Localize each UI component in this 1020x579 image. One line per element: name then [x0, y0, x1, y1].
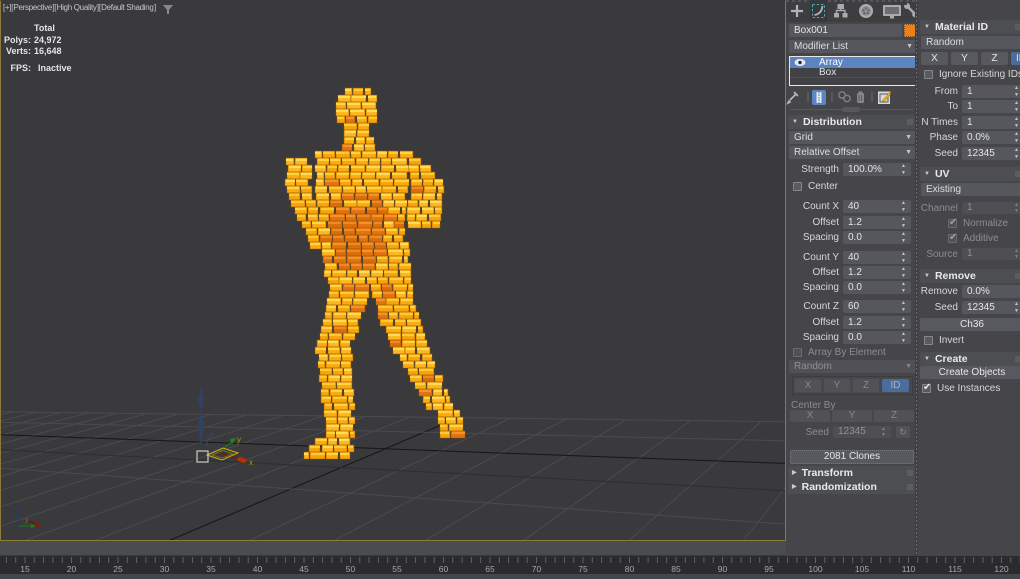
- svg-text:110: 110: [902, 564, 916, 574]
- svg-text:y: y: [237, 435, 241, 444]
- svg-text:20: 20: [67, 564, 77, 574]
- svg-text:100: 100: [808, 564, 822, 574]
- svg-text:105: 105: [855, 564, 869, 574]
- svg-text:40: 40: [253, 564, 263, 574]
- svg-text:90: 90: [718, 564, 728, 574]
- svg-text:65: 65: [485, 564, 495, 574]
- svg-text:30: 30: [160, 564, 170, 574]
- svg-text:70: 70: [532, 564, 542, 574]
- svg-text:75: 75: [578, 564, 588, 574]
- svg-text:120: 120: [994, 564, 1008, 574]
- svg-text:x: x: [249, 458, 253, 467]
- svg-text:80: 80: [625, 564, 635, 574]
- svg-text:50: 50: [346, 564, 356, 574]
- svg-text:y: y: [25, 517, 29, 524]
- svg-text:z: z: [15, 503, 19, 510]
- svg-text:95: 95: [764, 564, 774, 574]
- svg-text:45: 45: [299, 564, 309, 574]
- svg-text:35: 35: [206, 564, 216, 574]
- svg-text:25: 25: [113, 564, 123, 574]
- svg-text:60: 60: [439, 564, 449, 574]
- svg-text:85: 85: [671, 564, 681, 574]
- svg-text:15: 15: [20, 564, 30, 574]
- svg-text:115: 115: [948, 564, 962, 574]
- svg-text:55: 55: [392, 564, 402, 574]
